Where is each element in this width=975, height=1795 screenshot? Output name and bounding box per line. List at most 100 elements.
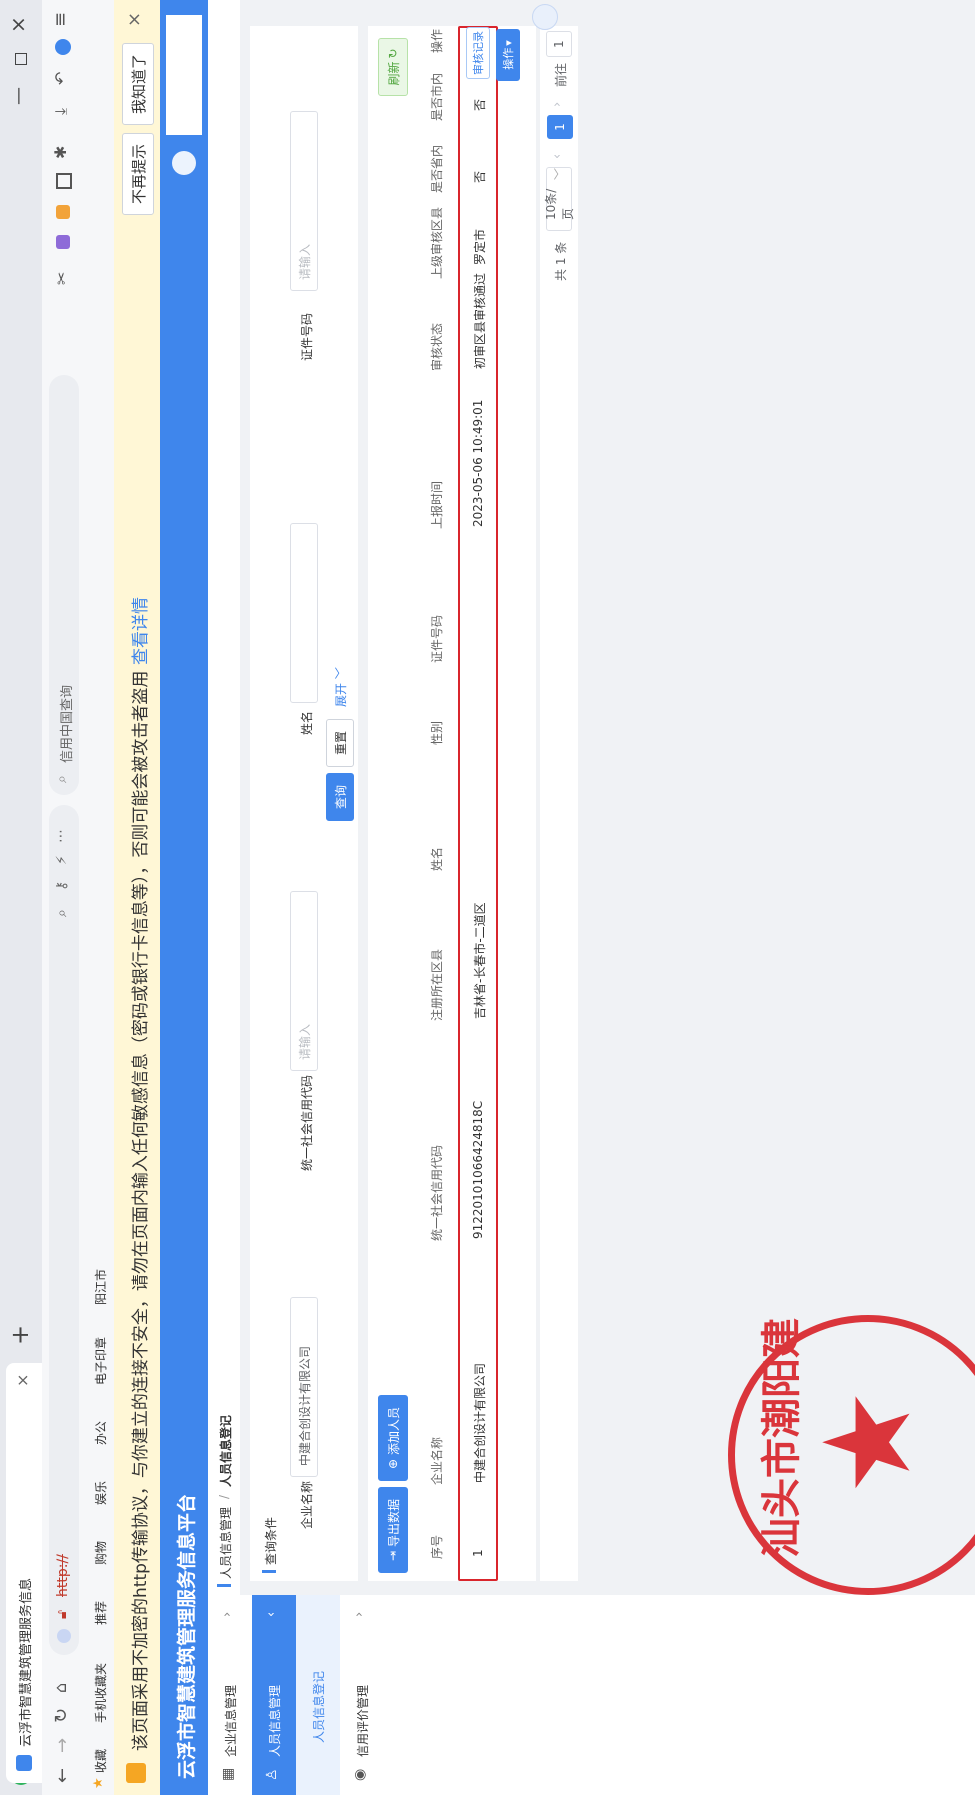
screenshot-icon[interactable] — [56, 173, 72, 189]
user-menu-box[interactable] — [166, 15, 202, 135]
bookmark-office[interactable]: 办公 — [92, 1421, 109, 1445]
bolt-icon[interactable]: ⚡︎ — [54, 855, 70, 865]
game-icon[interactable] — [56, 205, 70, 219]
cert-input-placeholder: 请输入 — [297, 243, 312, 280]
page-size-select[interactable]: 10条/页 ﹀ — [544, 167, 575, 231]
bookmark-yangjiang[interactable]: 阳江市 — [92, 1269, 109, 1305]
window-restore-icon[interactable] — [15, 53, 27, 65]
site-info-icon[interactable] — [57, 1629, 71, 1643]
bookmark-shopping[interactable]: 购物 — [92, 1541, 109, 1565]
expand-link[interactable]: 展开 ﹀ — [332, 667, 349, 707]
refresh-button[interactable]: 刷新 ↻ — [378, 38, 408, 96]
red-seal-stamp: ★ 汕头市潮阳建 — [728, 1315, 975, 1595]
bookmark-mobile[interactable]: 手机收藏夹 — [92, 1663, 109, 1723]
search-box[interactable]: ⌕ 信用中国查询 — [49, 375, 79, 795]
company-input[interactable]: 中建合创设计有限公司 — [290, 1297, 318, 1477]
query-title: 查询条件 — [264, 1516, 278, 1565]
goto-label: 前往 — [554, 62, 568, 87]
header-in-city: 是否市内 — [430, 72, 444, 121]
puzzle-icon[interactable]: ✱ — [51, 146, 70, 159]
window-minimize-icon[interactable]: — — [8, 87, 29, 105]
audit-record-button[interactable]: 审核记录 — [466, 27, 490, 79]
warning-icon — [126, 1763, 146, 1783]
row-action-dropdown[interactable]: 操作 ▾ — [496, 29, 520, 81]
undo-icon[interactable]: ↶ — [51, 72, 70, 85]
warning-close-icon[interactable]: × — [124, 12, 145, 27]
sidebar-item-label: 信用评价管理 — [356, 1684, 370, 1757]
download-icon[interactable]: ⤓ — [51, 108, 71, 115]
browser-tab[interactable]: 云浮市智慧建筑管理服务信息 × — [6, 1363, 42, 1783]
browser-toolbar: ← → ↻ ⌂ 🔓︎ http:// ⌕ ⚷ ⚡︎ ⋯ ⌕ 信用中国查询 ✂ ✱… — [42, 0, 87, 1795]
uscc-label: 统一社会信用代码 — [300, 1074, 314, 1171]
profile-icon[interactable] — [55, 39, 71, 55]
chevron-right-icon: › — [220, 1611, 235, 1617]
row-action-label: 操作 — [502, 47, 515, 70]
home-icon[interactable]: ⌂ — [51, 1683, 70, 1693]
warning-ok-button[interactable]: 我知道了 — [122, 43, 154, 125]
bookmark-recommend[interactable]: 推荐 — [92, 1601, 109, 1625]
page-1-button[interactable]: 1 — [547, 115, 573, 139]
forward-icon[interactable]: → — [52, 1738, 73, 1753]
name-input[interactable] — [290, 523, 318, 703]
scissors-icon[interactable]: ✂ — [52, 272, 71, 285]
sidebar-item-personnel-register[interactable]: 人员信息登记 — [296, 1595, 340, 1795]
breadcrumb-current: 人员信息登记 — [219, 1414, 233, 1487]
sidebar-item-enterprise[interactable]: ▦ 企业信息管理 › — [208, 1595, 252, 1795]
new-tab-button[interactable]: + — [6, 1325, 34, 1345]
extension-icon[interactable] — [56, 235, 70, 249]
warning-message: 该页面采用不加密的http传输协议，与你建立的连接不安全，请勿在页面内输入任何敏… — [131, 670, 151, 1751]
next-page-icon[interactable]: › — [550, 102, 565, 107]
reload-icon[interactable]: ↻ — [51, 1708, 72, 1723]
cert-label: 证件号码 — [300, 312, 314, 361]
main-content: 人员信息管理 / 人员信息登记 查询条件 企业名称 中建合创设计有限公司 统一社… — [208, 0, 975, 1595]
key-icon[interactable]: ⚷ — [54, 881, 70, 891]
header-uscc: 统一社会信用代码 — [430, 1144, 444, 1241]
prev-page-icon[interactable]: ‹ — [550, 154, 565, 159]
warning-dismiss-button[interactable]: 不再提示 — [122, 133, 154, 215]
goto-page-input[interactable]: 1 — [546, 31, 572, 57]
seal-text: 汕头市潮阳建 — [758, 1318, 805, 1558]
header-upper-district: 上级审核区县 — [430, 206, 444, 279]
add-person-button[interactable]: ⊕ 添加人员 — [378, 1395, 408, 1481]
menu-icon[interactable]: ≡ — [50, 12, 71, 27]
cell-company: 中建合创设计有限公司 — [473, 1362, 487, 1483]
pagination: 共 1 条 10条/页 ﹀ ‹ 1 › 前往 1 — [540, 26, 578, 1581]
export-button[interactable]: ⇥ 导出数据 — [378, 1487, 408, 1573]
breadcrumb-parent[interactable]: 人员信息管理 — [217, 1507, 234, 1579]
tab-close-icon[interactable]: × — [13, 1374, 32, 1387]
url-text[interactable]: http:// — [55, 1554, 71, 1597]
cell-index: 1 — [471, 1549, 485, 1557]
search-button[interactable]: 查询 — [326, 773, 354, 821]
search-icon: ⌕ — [54, 775, 70, 783]
sidebar-item-personnel[interactable]: ♙ 人员信息管理 ‹ — [252, 1595, 296, 1795]
cell-uscc: 91220101066424818C — [471, 1100, 485, 1239]
sidebar-item-credit[interactable]: ◉ 信用评价管理 › — [340, 1595, 384, 1795]
bookmark-entertainment[interactable]: 娱乐 — [92, 1481, 109, 1505]
table-panel: ⇥ 导出数据 ⊕ 添加人员 刷新 ↻ 序号 企业名称 统一社会信用代码 注册所在… — [368, 26, 536, 1581]
cert-input[interactable]: 请输入 — [290, 111, 318, 291]
chevron-down-icon: ‹ — [264, 1611, 279, 1617]
help-float-icon[interactable] — [532, 4, 558, 30]
back-icon[interactable]: ← — [52, 1768, 73, 1783]
qr-icon[interactable]: ⌕ — [54, 909, 70, 917]
building-icon: ▦ — [220, 1767, 236, 1781]
window-close-icon[interactable]: × — [6, 16, 30, 33]
export-icon: ⇥ — [386, 1550, 400, 1562]
app-title: 云浮市智慧建筑管理服务信息平台 — [176, 1493, 198, 1779]
warning-details-link[interactable]: 查看详情 — [126, 597, 151, 665]
reset-button[interactable]: 重置 — [326, 719, 354, 767]
star-icon: ★ — [91, 1777, 106, 1789]
table-row[interactable]: 1 中建合创设计有限公司 91220101066424818C 吉林省-长春市-… — [458, 26, 498, 1581]
user-avatar[interactable] — [172, 151, 196, 175]
pagination-total: 共 1 条 — [554, 241, 568, 281]
chevron-right-icon: › — [352, 1611, 367, 1617]
table-header-row: 序号 企业名称 统一社会信用代码 注册所在区县 姓名 性别 证件号码 上报时间 … — [414, 26, 459, 1581]
header-cert: 证件号码 — [430, 614, 444, 663]
uscc-input[interactable]: 请输入 — [290, 891, 318, 1071]
bookmark-e-seal[interactable]: 电子印章 — [92, 1337, 109, 1385]
more-icon[interactable]: ⋯ — [53, 829, 69, 843]
company-label: 企业名称 — [300, 1480, 314, 1529]
header-index: 序号 — [430, 1534, 444, 1559]
bookmark-favorites[interactable]: 收藏 — [92, 1749, 109, 1773]
address-bar[interactable]: 🔓︎ http:// ⌕ ⚷ ⚡︎ ⋯ — [49, 805, 79, 1655]
